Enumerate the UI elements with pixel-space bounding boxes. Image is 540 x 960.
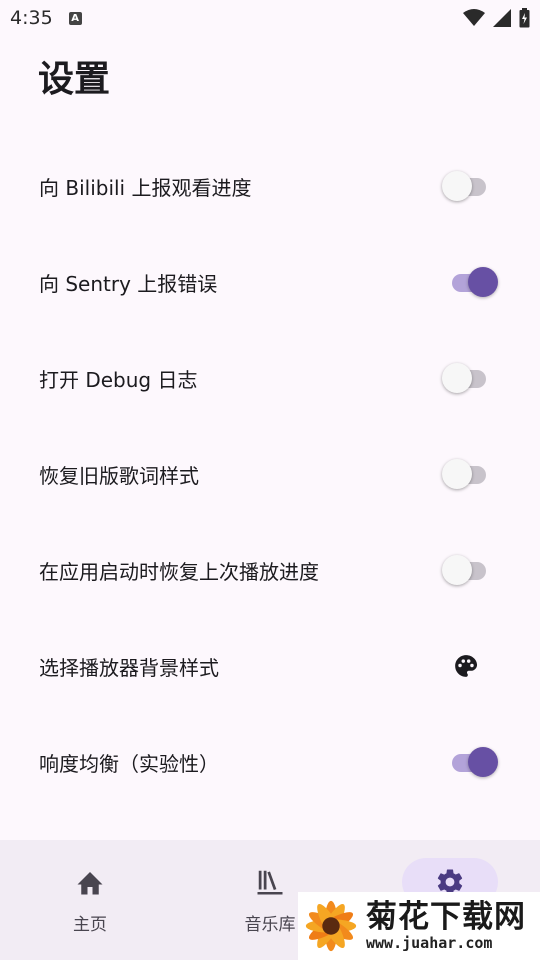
status-right <box>463 8 530 28</box>
legacy-lyrics-switch[interactable] <box>442 458 498 490</box>
setting-sentry-report[interactable]: 向 Sentry 上报错误 <box>0 234 540 330</box>
status-left: 4:35 A <box>10 7 82 29</box>
status-time: 4:35 <box>10 7 53 29</box>
restore-progress-switch[interactable] <box>442 554 498 586</box>
status-bar: 4:35 A <box>0 0 540 36</box>
notification-icon: A <box>68 11 82 25</box>
setting-restore-progress[interactable]: 在应用启动时恢复上次播放进度 <box>0 522 540 618</box>
setting-label: 向 Bilibili 上报观看进度 <box>39 175 252 200</box>
setting-label: 选择播放器背景样式 <box>39 655 219 680</box>
switch-thumb <box>442 363 472 393</box>
sentry-report-switch[interactable] <box>446 266 498 298</box>
setting-legacy-lyrics[interactable]: 恢复旧版歌词样式 <box>0 426 540 522</box>
setting-label: 响度均衡（实验性） <box>39 751 219 776</box>
nav-label: 主页 <box>73 915 107 935</box>
flower-logo-icon <box>305 900 357 952</box>
loudness-normalization-switch[interactable] <box>446 746 498 778</box>
setting-label: 向 Sentry 上报错误 <box>39 271 218 296</box>
watermark-title: 菊花下载网 <box>366 899 526 935</box>
setting-debug-log[interactable]: 打开 Debug 日志 <box>0 330 540 426</box>
nav-label: 音乐库 <box>244 915 296 935</box>
switch-thumb <box>468 267 498 297</box>
switch-thumb <box>468 747 498 777</box>
bilibili-report-switch[interactable] <box>442 170 498 202</box>
debug-log-switch[interactable] <box>442 362 498 394</box>
wifi-icon <box>463 9 485 26</box>
setting-loudness-normalization[interactable]: 响度均衡（实验性） <box>0 714 540 810</box>
battery-icon <box>519 8 530 28</box>
switch-thumb <box>442 171 472 201</box>
setting-player-background[interactable]: 选择播放器背景样式 <box>0 618 540 714</box>
switch-thumb <box>442 555 472 585</box>
home-icon <box>74 866 106 898</box>
settings-list: 向 Bilibili 上报观看进度 向 Sentry 上报错误 打开 Debug… <box>0 138 540 810</box>
page-title: 设置 <box>38 59 111 100</box>
library-icon <box>254 866 286 898</box>
setting-label: 打开 Debug 日志 <box>39 367 198 392</box>
nav-item-home[interactable]: 主页 <box>0 840 180 960</box>
setting-label: 在应用启动时恢复上次播放进度 <box>39 559 319 584</box>
signal-icon <box>493 9 511 27</box>
palette-icon[interactable] <box>452 652 480 680</box>
setting-bilibili-report[interactable]: 向 Bilibili 上报观看进度 <box>0 138 540 234</box>
setting-label: 恢复旧版歌词样式 <box>39 463 199 488</box>
switch-thumb <box>442 459 472 489</box>
watermark: 菊花下载网 www.juahar.com <box>298 892 540 960</box>
watermark-url: www.juahar.com <box>366 934 493 952</box>
watermark-text: 菊花下载网 www.juahar.com <box>366 900 526 952</box>
